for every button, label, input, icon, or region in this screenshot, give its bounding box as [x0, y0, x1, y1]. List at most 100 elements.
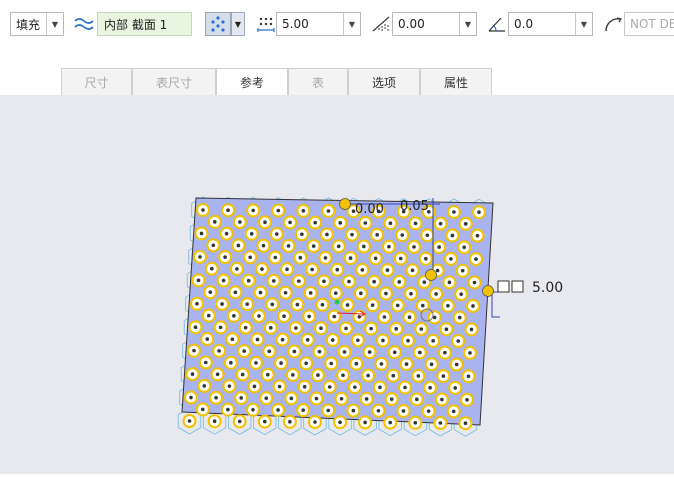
hole-center: [404, 362, 409, 366]
hole-center: [382, 315, 387, 319]
drag-handle[interactable]: [425, 269, 437, 281]
hole-center: [283, 290, 288, 295]
graphics-canvas[interactable]: 0.00 0.05 5.00: [0, 95, 674, 474]
hole-center: [462, 245, 467, 250]
hole-center: [375, 233, 379, 237]
hole-center: [326, 209, 331, 213]
pattern-type-dropdown[interactable]: ▼: [231, 12, 245, 36]
hole-center: [412, 245, 416, 249]
hole-center: [298, 255, 303, 260]
hole-center: [370, 303, 375, 307]
tab-label: 表尺寸: [155, 75, 192, 90]
round-arc-icon: [602, 12, 624, 36]
hole-center: [369, 326, 373, 331]
hole-center: [286, 244, 291, 248]
hole-center: [218, 325, 223, 330]
hole-center: [201, 208, 205, 212]
model-view[interactable]: 0.00 0.05 5.00: [0, 95, 674, 474]
hole-center: [236, 243, 241, 248]
hole-center: [205, 337, 210, 341]
hole-center: [279, 361, 283, 365]
hole-center: [224, 231, 229, 236]
hole-center: [233, 290, 238, 295]
chevron-down-icon[interactable]: ▼: [575, 13, 592, 35]
hole-center: [332, 314, 337, 319]
hole-center: [314, 396, 319, 401]
hole-center: [215, 372, 220, 377]
tab-dimensions[interactable]: 尺寸: [61, 68, 132, 95]
hole-center: [251, 208, 255, 213]
tab-table[interactable]: 表: [288, 68, 348, 95]
hole-center: [320, 302, 325, 307]
hole-center: [319, 326, 323, 331]
chevron-down-icon[interactable]: ▼: [459, 13, 476, 35]
hole-center: [187, 419, 192, 423]
hole-center: [301, 408, 305, 412]
hole-center: [196, 278, 201, 283]
hole-center: [388, 420, 393, 425]
hole-center: [446, 303, 450, 308]
angle-input[interactable]: 0.0 ▼: [508, 12, 593, 36]
tab-options[interactable]: 选项: [348, 68, 420, 95]
drag-handle[interactable]: [339, 198, 351, 210]
tab-properties[interactable]: 属性: [420, 68, 492, 95]
hole-center: [330, 338, 335, 342]
hole-center: [239, 396, 243, 400]
hole-center: [304, 361, 308, 366]
hole-center: [407, 315, 412, 319]
dimension-box-icon: [497, 280, 510, 293]
hole-center: [364, 397, 369, 401]
dimension-label-top-b[interactable]: 0.05: [400, 199, 429, 214]
hole-center: [261, 243, 266, 248]
offset-input[interactable]: 0.00 ▼: [392, 12, 477, 36]
hole-center: [397, 280, 402, 284]
hole-center: [322, 279, 326, 284]
section-reference-field[interactable]: 内部 截面 1: [97, 12, 192, 36]
tab-label: 尺寸: [84, 75, 109, 90]
hole-center: [240, 372, 245, 377]
hole-center: [457, 315, 462, 320]
dimension-label-top-a[interactable]: 0.00: [355, 202, 384, 217]
hole-center: [260, 267, 264, 271]
hole-center: [307, 314, 311, 319]
hole-center: [274, 232, 279, 236]
hole-center: [419, 327, 424, 331]
hole-center: [449, 257, 453, 261]
hole-center: [262, 419, 267, 424]
drag-handle[interactable]: [482, 285, 494, 297]
tab-table-dimensions[interactable]: 表尺寸: [132, 68, 216, 95]
tab-references[interactable]: 参考: [216, 68, 288, 96]
pattern-points-icon[interactable]: [205, 12, 231, 36]
dimension-box-icon: [511, 280, 524, 293]
hole-center: [466, 374, 471, 379]
hole-center: [463, 222, 468, 226]
hole-center: [202, 384, 207, 388]
hole-center: [391, 373, 396, 378]
hole-center: [341, 373, 345, 378]
hole-center: [288, 420, 292, 424]
hole-center: [350, 232, 354, 237]
chevron-down-icon[interactable]: ▼: [343, 13, 360, 35]
toolbar: 填充 ▼ 内部 截面 1 ▼ 5.00 ▼ 0.00 ▼ 0.0 ▼ NOT D…: [0, 0, 674, 64]
hole-center: [338, 420, 342, 425]
hole-center: [276, 408, 280, 412]
hole-center: [292, 349, 297, 354]
hole-center: [348, 256, 353, 260]
round-input[interactable]: NOT DE: [624, 12, 674, 36]
hole-center: [354, 361, 359, 366]
fill-type-select[interactable]: 填充 ▼: [10, 12, 64, 36]
spacing-input[interactable]: 5.00 ▼: [276, 12, 361, 36]
hole-center: [471, 304, 475, 308]
hole-center: [208, 290, 213, 294]
hole-center: [230, 337, 235, 342]
hole-center: [285, 267, 289, 272]
hole-center: [214, 395, 218, 400]
hole-center: [342, 350, 347, 354]
dimension-label-right[interactable]: 5.00: [532, 280, 563, 296]
chevron-down-icon[interactable]: ▼: [46, 13, 63, 35]
hole-center: [270, 302, 275, 307]
hole-center: [257, 314, 261, 318]
hole-center: [422, 280, 427, 284]
wave-section-icon[interactable]: [73, 12, 95, 36]
hatch-offset-icon: [370, 12, 392, 36]
